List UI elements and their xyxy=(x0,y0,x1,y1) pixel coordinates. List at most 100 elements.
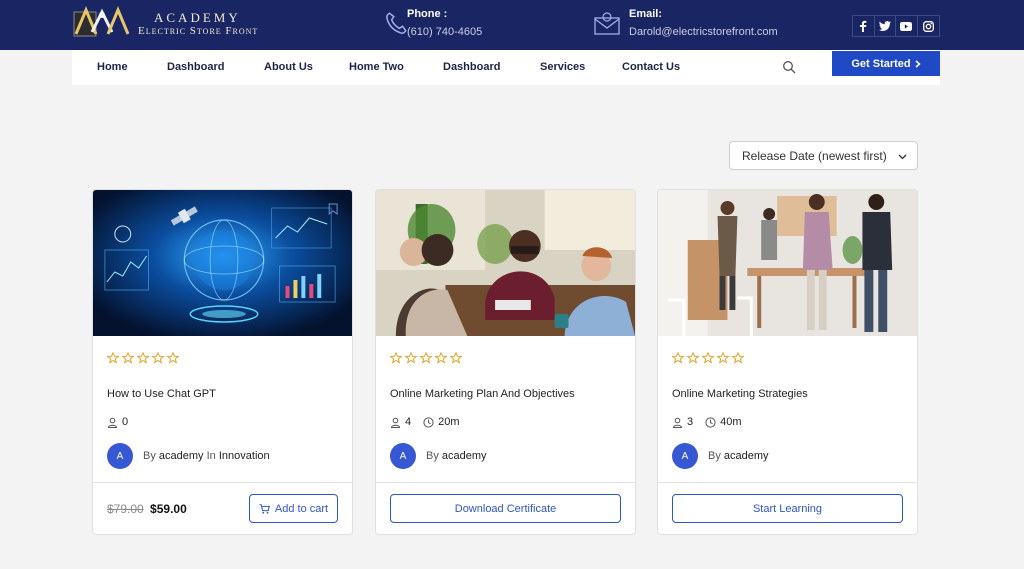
in-label: In xyxy=(206,450,216,462)
star-icon xyxy=(687,352,699,364)
star-icon xyxy=(672,352,684,364)
course-duration: 40m xyxy=(720,416,742,428)
divider xyxy=(658,482,917,483)
course-title[interactable]: How to Use Chat GPT xyxy=(107,388,216,400)
by-label: By xyxy=(143,450,156,462)
course-thumbnail[interactable] xyxy=(93,190,352,336)
student-count: 4 xyxy=(405,416,412,428)
avatar[interactable]: A xyxy=(390,443,416,469)
rating-stars xyxy=(390,352,462,364)
author-name[interactable]: academy xyxy=(442,450,487,462)
course-author: A By academy In Innovation xyxy=(107,443,270,469)
add-to-cart-label: Add to cart xyxy=(274,502,329,515)
social-links xyxy=(852,15,940,37)
student-count: 3 xyxy=(687,416,694,428)
get-started-button[interactable]: Get Started xyxy=(832,51,940,76)
by-label: By xyxy=(708,450,721,462)
star-icon xyxy=(390,352,402,364)
star-icon xyxy=(717,352,729,364)
nav-item-about-us[interactable]: About Us xyxy=(264,61,313,73)
course-card[interactable]: Online Marketing Plan And Objectives 4 2… xyxy=(375,189,636,535)
star-icon xyxy=(167,352,179,364)
by-label: By xyxy=(426,450,439,462)
twitter-icon[interactable] xyxy=(875,16,896,36)
email-contact: Email: Darold@electricstorefront.com xyxy=(594,8,814,42)
add-to-cart-button[interactable]: Add to cart xyxy=(249,494,338,523)
course-meta: 0 xyxy=(107,416,128,428)
phone-label: Phone : xyxy=(407,8,448,20)
star-icon xyxy=(137,352,149,364)
phone-value[interactable]: (610) 740-4605 xyxy=(407,26,482,38)
star-icon xyxy=(702,352,714,364)
star-icon xyxy=(450,352,462,364)
course-card[interactable]: How to Use Chat GPT 0 A By academy In In… xyxy=(92,189,353,535)
course-thumbnail[interactable] xyxy=(658,190,917,336)
cart-icon xyxy=(259,503,270,514)
course-author: A By academy xyxy=(672,443,769,469)
get-started-label: Get Started xyxy=(851,57,911,70)
rating-stars xyxy=(672,352,744,364)
brand-tagline: Electric Store Front xyxy=(138,25,259,37)
phone-icon xyxy=(386,12,407,34)
category-link[interactable]: Innovation xyxy=(219,450,270,462)
brand-name: ACADEMY xyxy=(154,10,241,25)
nav-item-home-two[interactable]: Home Two xyxy=(349,61,404,73)
chevron-down-icon xyxy=(898,154,907,160)
course-meta: 4 20m xyxy=(390,416,460,428)
clock-icon xyxy=(705,416,716,428)
email-label: Email: xyxy=(629,8,663,20)
logo-mark-icon xyxy=(73,6,130,37)
student-count: 0 xyxy=(122,416,129,428)
star-icon xyxy=(732,352,744,364)
email-icon xyxy=(594,12,620,35)
star-icon xyxy=(435,352,447,364)
sort-selected-value: Release Date (newest first) xyxy=(742,148,887,163)
course-meta: 3 40m xyxy=(672,416,742,428)
course-thumbnail[interactable] xyxy=(376,190,635,336)
user-icon xyxy=(390,417,401,428)
nav-item-contact-us[interactable]: Contact Us xyxy=(622,61,680,73)
chevron-right-icon xyxy=(915,59,921,68)
logo[interactable]: ACADEMY Electric Store Front xyxy=(72,4,272,42)
main-nav: Home Dashboard About Us Home Two Dashboa… xyxy=(72,50,940,85)
nav-item-dashboard[interactable]: Dashboard xyxy=(167,61,224,73)
user-icon xyxy=(672,417,683,428)
old-price: $79.00 xyxy=(107,502,144,516)
email-value[interactable]: Darold@electricstorefront.com xyxy=(629,26,778,38)
rating-stars xyxy=(107,352,179,364)
divider xyxy=(93,482,352,483)
price: $79.00 $59.00 xyxy=(107,502,187,516)
course-card[interactable]: Online Marketing Strategies 3 40m A By a… xyxy=(657,189,918,535)
sort-select[interactable]: Release Date (newest first) xyxy=(729,141,918,170)
start-learning-button[interactable]: Start Learning xyxy=(672,494,903,523)
star-icon xyxy=(405,352,417,364)
author-name[interactable]: academy xyxy=(724,450,769,462)
avatar[interactable]: A xyxy=(672,443,698,469)
sale-price: $59.00 xyxy=(150,502,187,516)
top-bar: ACADEMY Electric Store Front Phone : (61… xyxy=(0,0,1024,50)
star-icon xyxy=(420,352,432,364)
author-name[interactable]: academy xyxy=(159,450,204,462)
download-certificate-button[interactable]: Download Certificate xyxy=(390,494,621,523)
youtube-icon[interactable] xyxy=(896,16,918,36)
start-learning-label: Start Learning xyxy=(752,502,823,515)
facebook-icon[interactable] xyxy=(853,16,875,36)
clock-icon xyxy=(423,416,434,428)
instagram-icon[interactable] xyxy=(918,16,939,36)
nav-item-home[interactable]: Home xyxy=(97,61,128,73)
star-icon xyxy=(152,352,164,364)
star-icon xyxy=(122,352,134,364)
course-title[interactable]: Online Marketing Strategies xyxy=(672,388,808,400)
download-certificate-label: Download Certificate xyxy=(454,502,557,515)
divider xyxy=(376,482,635,483)
nav-item-services[interactable]: Services xyxy=(540,61,585,73)
search-icon[interactable] xyxy=(782,60,796,74)
course-duration: 20m xyxy=(438,416,460,428)
course-author: A By academy xyxy=(390,443,487,469)
nav-item-dashboard-2[interactable]: Dashboard xyxy=(443,61,500,73)
phone-contact: Phone : (610) 740-4605 xyxy=(383,8,523,42)
course-title[interactable]: Online Marketing Plan And Objectives xyxy=(390,388,575,400)
star-icon xyxy=(107,352,119,364)
user-icon xyxy=(107,417,118,428)
avatar[interactable]: A xyxy=(107,443,133,469)
